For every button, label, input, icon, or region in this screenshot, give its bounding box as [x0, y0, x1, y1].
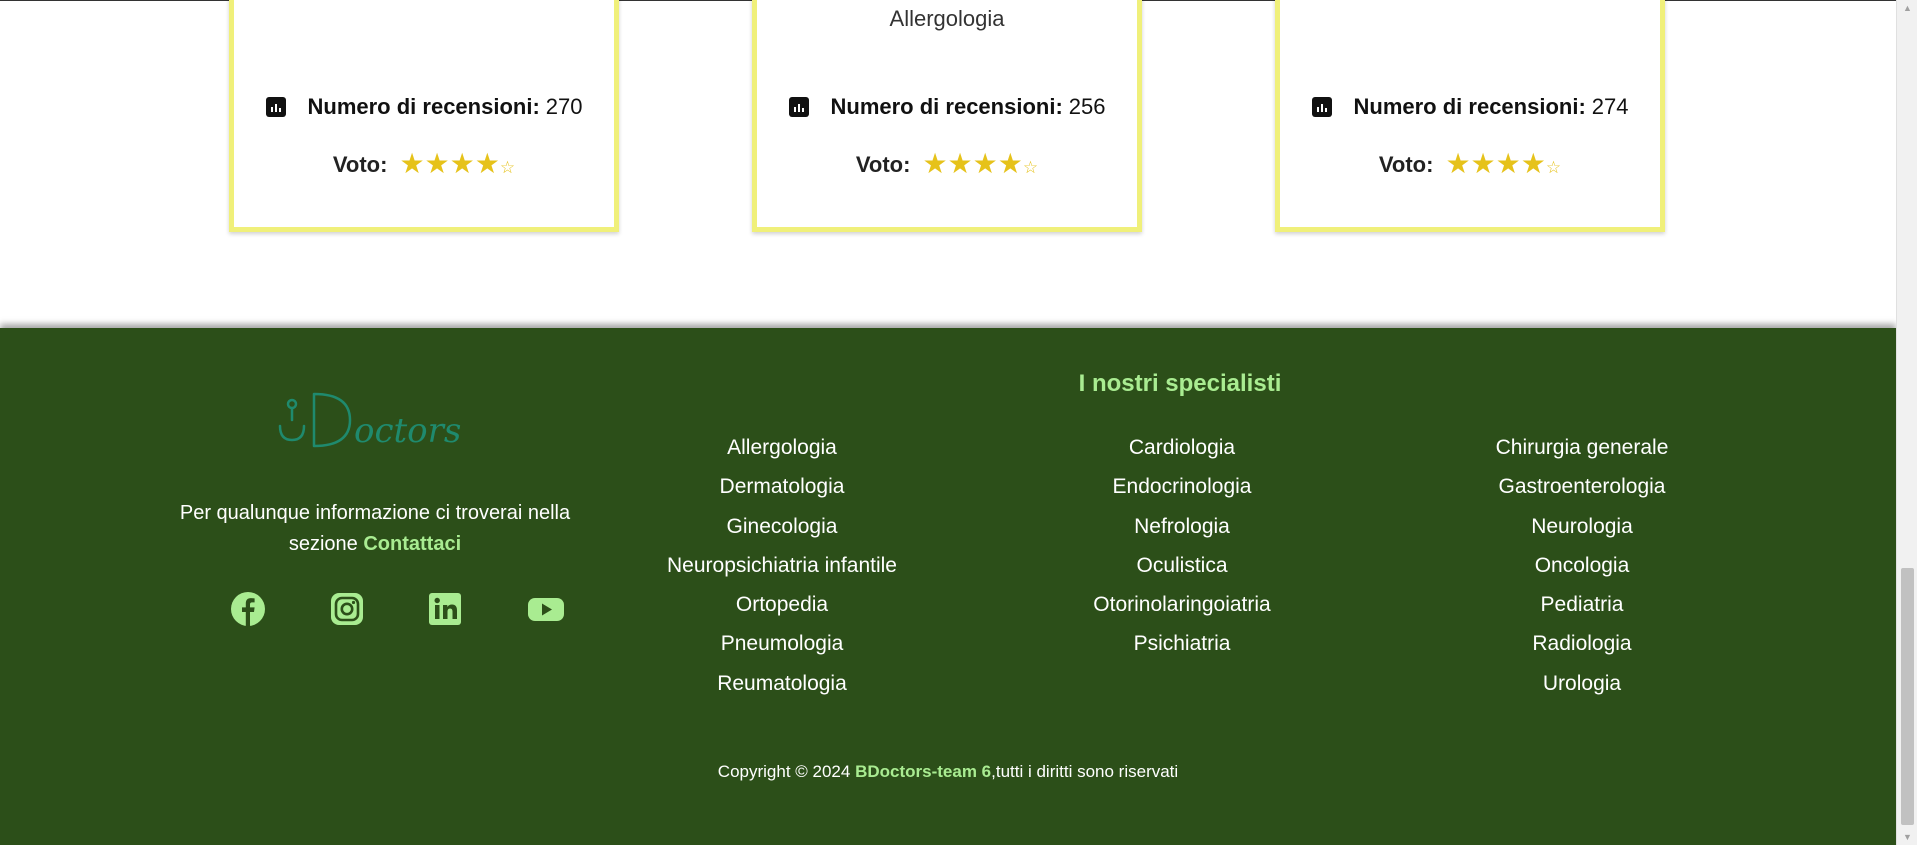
specialists-column: Allergologia Dermatologia Ginecologia Neuro… — [612, 428, 952, 703]
reviews-count: 270 — [545, 94, 583, 119]
specialist-link[interactable]: Pediatria — [1412, 585, 1752, 624]
specialist-link[interactable]: Urologia — [1412, 664, 1752, 703]
logo-text: octors — [354, 411, 461, 451]
specialist-link[interactable]: Ortopedia — [612, 585, 952, 624]
specialist-link[interactable]: Radiologia — [1412, 624, 1752, 663]
scroll-down-arrow-icon[interactable]: ▼ — [1897, 832, 1917, 842]
doctor-card[interactable]: Numero di recensioni: 274 Voto: ★★★★☆ — [1275, 0, 1665, 232]
card-reviews: Numero di recensioni: 256 — [757, 94, 1137, 120]
star-empty-icon: ☆ — [499, 158, 516, 177]
star-empty-icon: ☆ — [1545, 158, 1562, 177]
specialist-link[interactable]: Allergologia — [612, 428, 952, 467]
copyright-team[interactable]: BDoctors-team 6 — [855, 762, 991, 782]
reviews-count: 256 — [1068, 94, 1106, 119]
scroll-thumb[interactable] — [1901, 568, 1914, 825]
chart-icon — [265, 97, 286, 117]
specialist-link[interactable]: Pneumologia — [612, 624, 952, 663]
star-filled-icon: ★ — [1520, 148, 1546, 179]
reviews-count: 274 — [1591, 94, 1629, 119]
specialists-column: Chirurgia generale Gastroenterologia Neuro… — [1412, 428, 1752, 703]
star-filled-icon: ★ — [922, 148, 948, 179]
star-filled-icon: ★ — [424, 148, 450, 179]
copyright: Copyright © 2024 BDoctors-team 6,tutti i… — [0, 762, 1896, 782]
specialist-link[interactable]: Reumatologia — [612, 664, 952, 703]
chart-icon — [788, 97, 809, 117]
specialist-link[interactable]: Oculistica — [1012, 546, 1352, 585]
card-vote: Voto: ★★★★☆ — [234, 150, 614, 179]
star-filled-icon: ★ — [1445, 148, 1471, 179]
star-empty-icon: ☆ — [1022, 158, 1039, 177]
card-specialty: Allergologia — [889, 6, 1005, 31]
copyright-suffix: ,tutti i diritti sono riservati — [991, 762, 1179, 781]
specialist-link[interactable]: Otorinolaringoiatria — [1012, 585, 1352, 624]
site-footer: octors Per qualunque informazione ci tro… — [0, 328, 1896, 845]
card-reviews: Numero di recensioni: 274 — [1280, 94, 1660, 120]
specialist-link[interactable]: Oncologia — [1412, 546, 1752, 585]
doctors-results-section: Numero di recensioni: 270 Voto: ★★★★☆ Al… — [0, 0, 1896, 328]
star-filled-icon: ★ — [474, 148, 500, 179]
rating-stars: ★★★★☆ — [399, 150, 515, 179]
star-filled-icon: ★ — [449, 148, 475, 179]
vote-label: Voto: — [332, 151, 388, 177]
rating-stars: ★★★★☆ — [922, 150, 1038, 179]
reviews-label: Numero di recensioni: — [307, 94, 540, 119]
specialists-title: I nostri specialisti — [1078, 370, 1282, 397]
vote-label: Voto: — [855, 151, 911, 177]
star-filled-icon: ★ — [997, 148, 1023, 179]
specialist-link[interactable]: Gastroenterologia — [1412, 467, 1752, 506]
reviews-label: Numero di recensioni: — [1353, 94, 1586, 119]
specialist-link[interactable]: Endocrinologia — [1012, 467, 1352, 506]
rating-stars: ★★★★☆ — [1445, 150, 1561, 179]
scroll-up-arrow-icon[interactable]: ▲ — [1897, 3, 1917, 13]
copyright-prefix: Copyright © 2024 — [717, 762, 851, 781]
linkedin-icon[interactable] — [426, 590, 464, 628]
specialists-column: Cardiologia Endocrinologia Nefrologia Oculi… — [1012, 428, 1352, 664]
doctor-card[interactable]: Allergologia Numero di recensioni: 256 V… — [752, 0, 1142, 232]
vertical-scrollbar[interactable]: ▲ ▼ — [1896, 0, 1917, 845]
star-filled-icon: ★ — [1470, 148, 1496, 179]
specialist-link[interactable]: Neuropsichiatria infantile — [612, 546, 952, 585]
instagram-icon[interactable] — [328, 590, 366, 628]
specialist-link[interactable]: Ginecologia — [612, 507, 952, 546]
facebook-icon[interactable] — [229, 590, 267, 628]
specialist-link[interactable]: Chirurgia generale — [1412, 428, 1752, 467]
card-vote: Voto: ★★★★☆ — [757, 150, 1137, 179]
specialist-link[interactable]: Dermatologia — [612, 467, 952, 506]
reviews-label: Numero di recensioni: — [830, 94, 1063, 119]
specialist-link[interactable]: Neurologia — [1412, 507, 1752, 546]
doctor-card[interactable]: Numero di recensioni: 270 Voto: ★★★★☆ — [229, 0, 619, 232]
star-filled-icon: ★ — [399, 148, 425, 179]
star-filled-icon: ★ — [1495, 148, 1521, 179]
card-vote: Voto: ★★★★☆ — [1280, 150, 1660, 179]
card-reviews: Numero di recensioni: 270 — [234, 94, 614, 120]
specialist-link[interactable]: Psichiatria — [1012, 624, 1352, 663]
specialist-link[interactable]: Nefrologia — [1012, 507, 1352, 546]
contact-link[interactable]: Contattaci — [363, 533, 461, 555]
contact-info: Per qualunque informazione ci troverai n… — [150, 498, 600, 560]
specialist-link[interactable]: Cardiologia — [1012, 428, 1352, 467]
youtube-icon[interactable] — [526, 590, 564, 628]
bdoctors-logo[interactable]: octors — [272, 386, 462, 458]
vote-label: Voto: — [1378, 151, 1434, 177]
chart-icon — [1311, 97, 1332, 117]
star-filled-icon: ★ — [972, 148, 998, 179]
star-filled-icon: ★ — [947, 148, 973, 179]
